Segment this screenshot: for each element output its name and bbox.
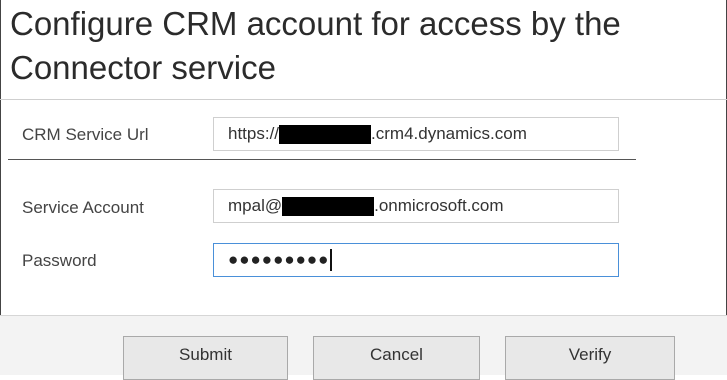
password-label: Password (22, 251, 97, 270)
redaction-block (282, 196, 375, 216)
crm-url-prefix: https:// (228, 124, 280, 143)
crm-url-suffix: .crm4.dynamics.com (371, 124, 527, 143)
service-account-suffix: .onmicrosoft.com (374, 196, 504, 215)
service-account-label: Service Account (22, 198, 144, 217)
section-divider (8, 159, 636, 160)
password-input[interactable]: ●●●●●●●●● (213, 243, 619, 277)
dialog-title: Configure CRM account for access by the … (10, 5, 621, 86)
service-account-input[interactable]: mpal@ .onmicrosoft.com (213, 189, 619, 223)
submit-button[interactable]: Submit (123, 336, 288, 380)
title-divider (0, 99, 727, 100)
text-caret (330, 249, 333, 271)
cancel-button[interactable]: Cancel (313, 336, 480, 380)
crm-url-label: CRM Service Url (22, 125, 149, 144)
password-mask: ●●●●●●●●● (228, 250, 330, 269)
verify-button[interactable]: Verify (505, 336, 675, 380)
crm-url-input[interactable]: https:// .crm4.dynamics.com (213, 117, 619, 151)
redaction-block (279, 124, 372, 144)
service-account-prefix: mpal@ (228, 196, 283, 215)
